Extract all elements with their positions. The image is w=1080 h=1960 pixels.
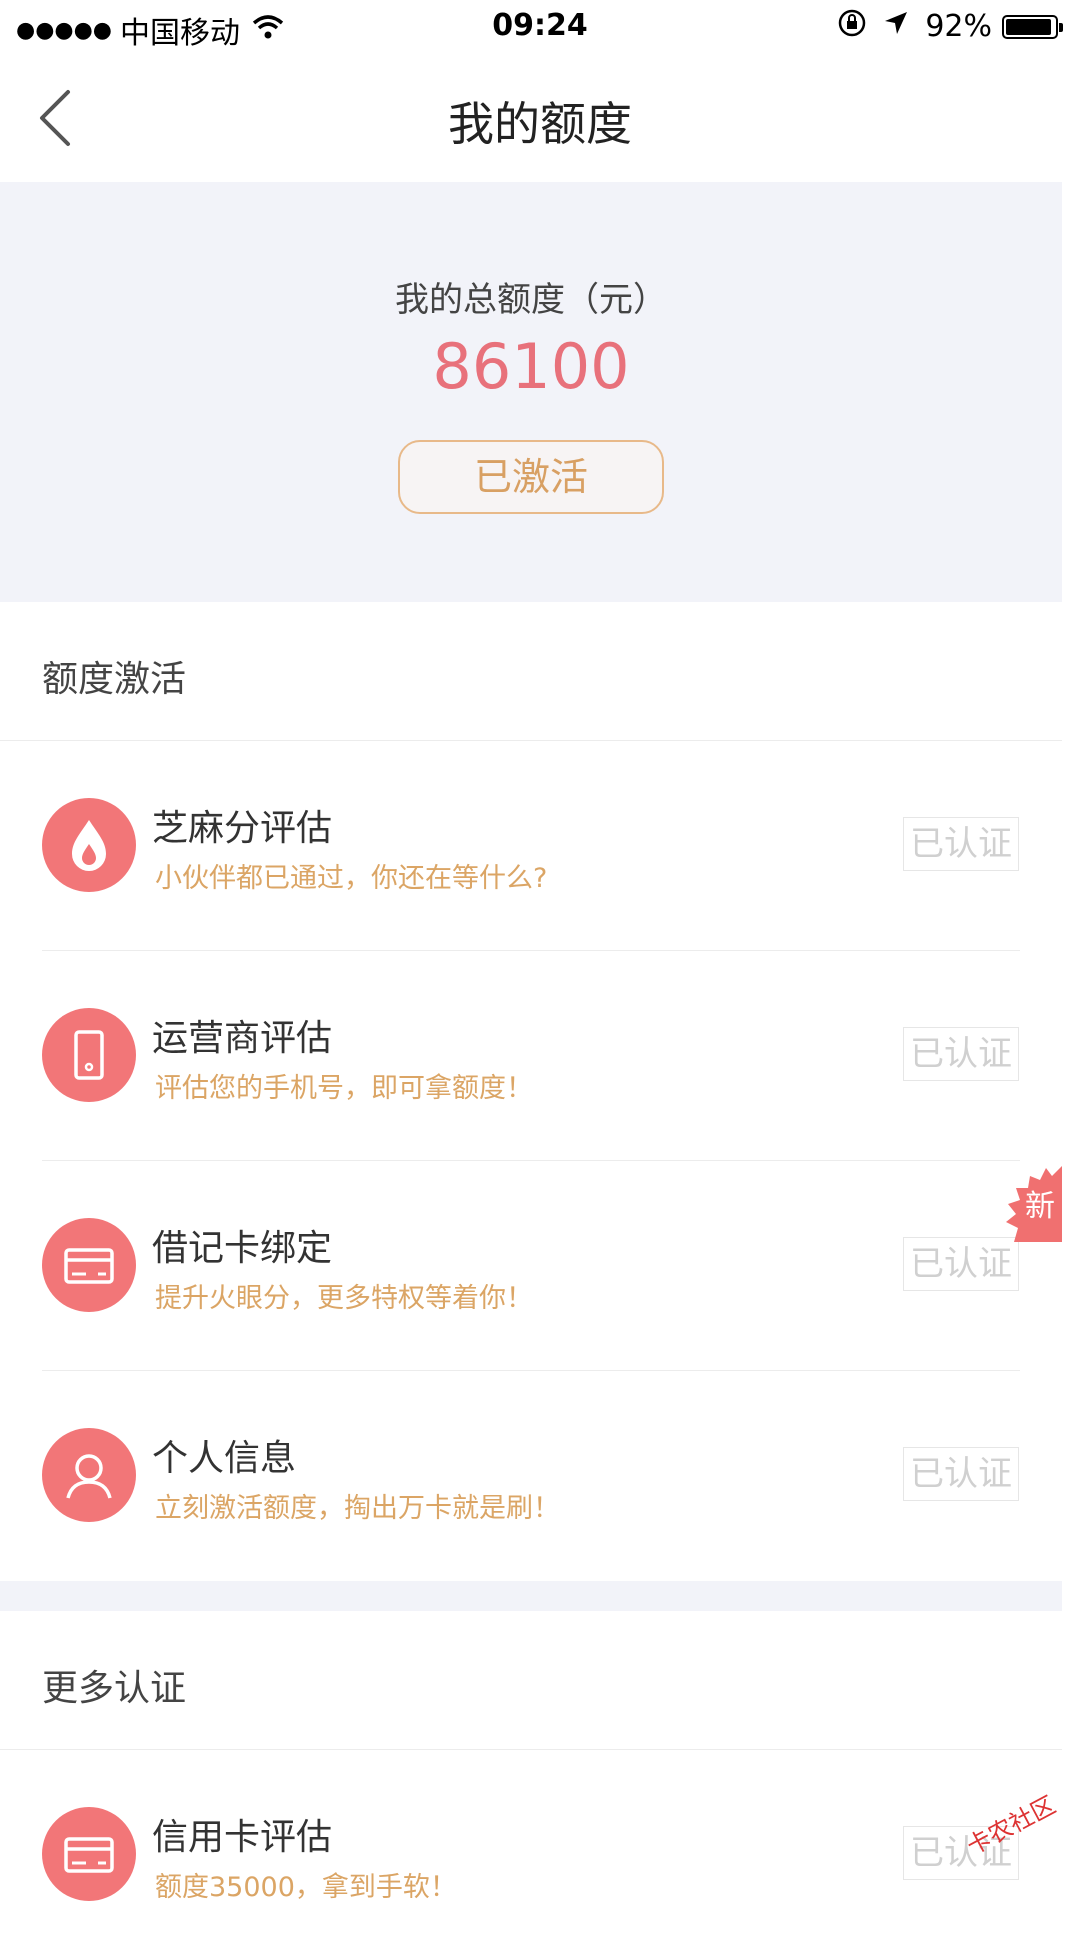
item-subtitle: 额度35000，拿到手软！ bbox=[155, 1872, 457, 1903]
new-badge: 新 bbox=[986, 1166, 1062, 1242]
rotation-lock-icon bbox=[837, 8, 867, 45]
item-title: 运营商评估 bbox=[152, 1018, 333, 1059]
item-title: 信用卡评估 bbox=[152, 1817, 333, 1858]
battery-percent: 92% bbox=[925, 9, 992, 44]
verified-badge: 已认证 bbox=[903, 1447, 1019, 1501]
activated-status-button[interactable]: 已激活 bbox=[398, 440, 664, 514]
phone-icon bbox=[42, 1008, 136, 1102]
nav-bar: 我的额度 bbox=[0, 56, 1080, 182]
status-bar: ●●●●● 中国移动 09:24 92% bbox=[0, 0, 1080, 56]
section-header-more: 更多认证 bbox=[0, 1611, 1062, 1750]
card-icon bbox=[42, 1807, 136, 1901]
total-limit-amount: 86100 bbox=[432, 330, 630, 403]
status-right: 92% bbox=[837, 8, 1063, 45]
new-badge-text: 新 bbox=[1025, 1189, 1055, 1224]
section-title: 额度激活 bbox=[42, 659, 187, 700]
section-gap bbox=[0, 1581, 1062, 1611]
list-item-credit-card[interactable]: 信用卡评估 额度35000，拿到手软！ 已认证 bbox=[0, 1750, 1062, 1960]
item-title: 芝麻分评估 bbox=[152, 808, 333, 849]
section-title: 更多认证 bbox=[42, 1668, 187, 1709]
verified-badge: 已认证 bbox=[903, 1237, 1019, 1291]
total-limit-label: 我的总额度（元） bbox=[395, 280, 667, 320]
item-subtitle: 立刻激活额度，掏出万卡就是刷！ bbox=[155, 1493, 560, 1524]
card-icon bbox=[42, 1218, 136, 1312]
list-item-personal-info[interactable]: 个人信息 立刻激活额度，掏出万卡就是刷！ 已认证 bbox=[0, 1371, 1062, 1581]
page-title: 我的额度 bbox=[448, 97, 632, 151]
location-arrow-icon bbox=[883, 10, 909, 43]
item-title: 借记卡绑定 bbox=[152, 1228, 333, 1269]
section-header-activation: 额度激活 bbox=[0, 602, 1062, 741]
item-subtitle: 提升火眼分，更多特权等着你！ bbox=[155, 1283, 533, 1314]
battery-icon bbox=[1002, 14, 1063, 39]
item-subtitle: 小伙伴都已通过，你还在等什么? bbox=[155, 863, 548, 894]
verified-badge: 已认证 bbox=[903, 817, 1019, 871]
person-icon bbox=[42, 1428, 136, 1522]
list-item-carrier[interactable]: 运营商评估 评估您的手机号，即可拿额度！ 已认证 bbox=[0, 951, 1062, 1161]
flame-icon bbox=[42, 798, 136, 892]
verified-badge: 已认证 bbox=[903, 1027, 1019, 1081]
item-subtitle: 评估您的手机号，即可拿额度！ bbox=[155, 1073, 533, 1104]
list-item-sesame-score[interactable]: 芝麻分评估 小伙伴都已通过，你还在等什么? 已认证 bbox=[0, 741, 1062, 951]
total-limit-card: 我的总额度（元） 86100 已激活 bbox=[0, 182, 1062, 602]
item-title: 个人信息 bbox=[152, 1438, 297, 1479]
list-item-debit-card[interactable]: 借记卡绑定 提升火眼分，更多特权等着你！ 已认证 bbox=[0, 1161, 1062, 1371]
